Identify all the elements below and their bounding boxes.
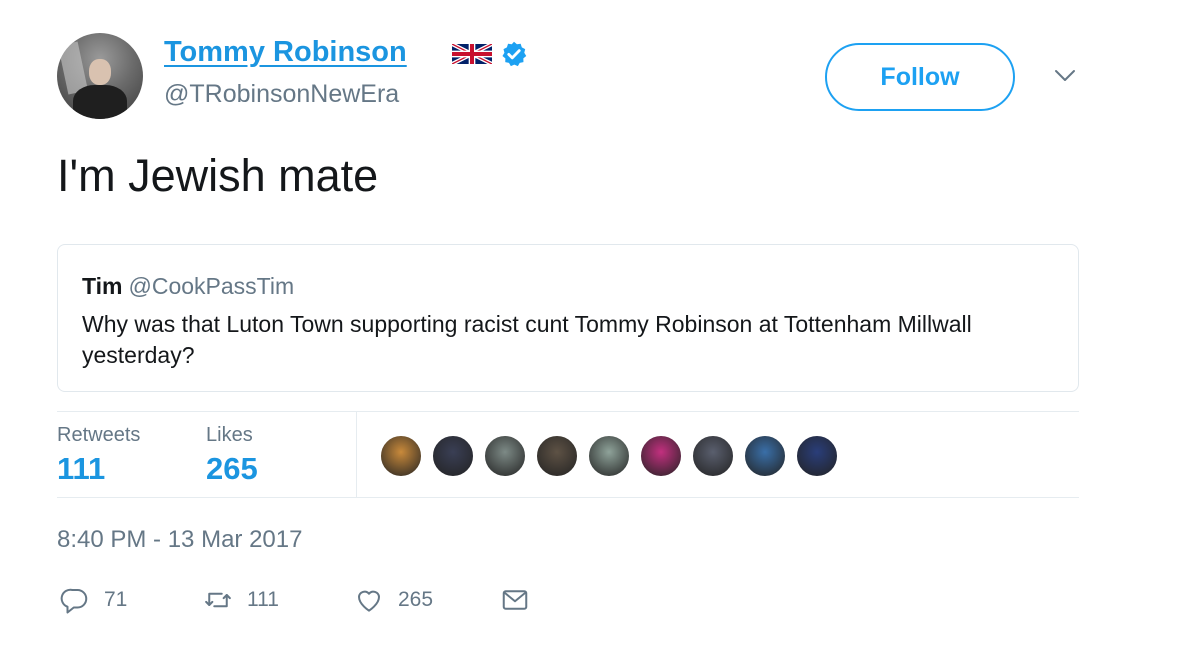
like-count: 265 — [398, 588, 434, 611]
tweet-card: Tommy Robinson @TRobinsonNewEra Follow I… — [0, 0, 1200, 669]
reply-count: 71 — [104, 588, 128, 611]
liker-avatar-2[interactable] — [431, 434, 475, 478]
author-display-name[interactable]: Tommy Robinson — [164, 36, 407, 69]
envelope-icon — [502, 590, 528, 610]
quoted-author-name: Tim — [82, 273, 123, 299]
liker-avatar-6[interactable] — [639, 434, 683, 478]
retweets-stat[interactable]: Retweets 111 — [57, 424, 140, 487]
tweet-timestamp[interactable]: 8:40 PM - 13 Mar 2017 — [57, 526, 302, 554]
chevron-down-icon[interactable] — [1053, 66, 1077, 86]
quoted-tweet[interactable]: Tim @CookPassTim Why was that Luton Town … — [57, 244, 1079, 392]
follow-button[interactable]: Follow — [825, 43, 1015, 111]
liker-avatar-7[interactable] — [691, 434, 735, 478]
liker-avatar-1[interactable] — [379, 434, 423, 478]
retweet-count: 111 — [247, 588, 279, 611]
liker-avatar-9[interactable] — [795, 434, 839, 478]
author-avatar[interactable] — [57, 33, 143, 119]
retweet-button[interactable]: 111 — [203, 584, 279, 616]
author-handle[interactable]: @TRobinsonNewEra — [164, 80, 399, 109]
quoted-author-handle: @CookPassTim — [128, 273, 295, 299]
retweets-label: Retweets — [57, 424, 141, 446]
direct-message-button[interactable] — [500, 584, 530, 616]
liker-avatar-5[interactable] — [587, 434, 631, 478]
verified-badge-icon — [502, 41, 527, 67]
heart-icon — [358, 590, 380, 612]
likes-stat[interactable]: Likes 265 — [206, 424, 258, 487]
like-button[interactable]: 265 — [354, 584, 433, 616]
reply-icon — [60, 588, 88, 614]
likes-label: Likes — [206, 424, 253, 446]
stats-separator — [356, 412, 357, 498]
quoted-author: Tim @CookPassTim — [82, 273, 294, 300]
retweets-value: 111 — [57, 451, 106, 486]
stats-bottom-divider — [57, 497, 1079, 498]
liker-avatar-8[interactable] — [743, 434, 787, 478]
tweet-text: I'm Jewish mate — [57, 150, 379, 201]
reply-button[interactable]: 71 — [60, 584, 127, 616]
quoted-tweet-text: Why was that Luton Town supporting racis… — [82, 311, 972, 368]
tweet-stats: Retweets 111 Likes 265 — [57, 412, 1079, 498]
retweet-icon — [205, 592, 231, 608]
likes-value: 265 — [206, 451, 258, 486]
liker-avatar-4[interactable] — [535, 434, 579, 478]
liker-avatar-3[interactable] — [483, 434, 527, 478]
uk-flag-icon — [452, 44, 492, 64]
